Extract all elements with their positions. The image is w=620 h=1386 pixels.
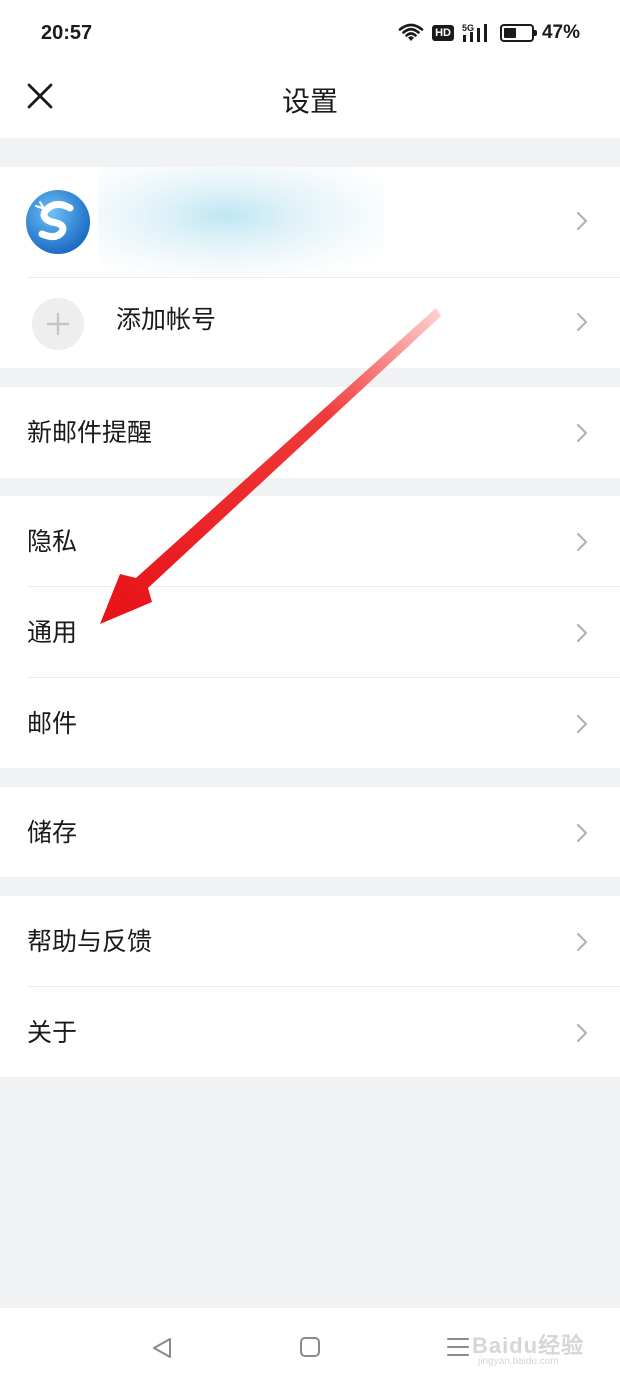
- chevron-right-icon: [576, 1023, 588, 1043]
- menu-item-label: 通用: [27, 618, 78, 647]
- menu-item-label: 邮件: [27, 709, 78, 738]
- add-account-button[interactable]: [32, 298, 84, 350]
- menu-item-privacy[interactable]: 隐私: [0, 496, 620, 587]
- menu-item-mail[interactable]: 邮件: [0, 678, 620, 769]
- plus-icon: [46, 312, 70, 336]
- chevron-right-icon: [576, 423, 588, 443]
- menu-item-label: 储存: [27, 818, 78, 847]
- 5g-signal-icon: 5G: [462, 23, 487, 42]
- wifi-icon: [398, 23, 424, 41]
- baidu-watermark-url: jingyan.baidu.com: [478, 1356, 559, 1367]
- menu-item-new-mail-alert[interactable]: 新邮件提醒: [0, 387, 620, 478]
- battery-percent: 47%: [541, 22, 580, 43]
- menu-item-general[interactable]: 通用: [0, 587, 620, 678]
- navigation-bar: 设置: [0, 66, 620, 138]
- status-time: 20:57: [41, 21, 93, 44]
- chevron-right-icon: [576, 312, 588, 332]
- menu-item-label: 关于: [27, 1018, 78, 1047]
- battery-fill: [503, 28, 517, 38]
- recents-icon[interactable]: [446, 1336, 470, 1358]
- account-group: 添加帐号: [0, 167, 620, 368]
- support-group: 帮助与反馈 关于: [0, 896, 620, 1077]
- hd-icon: HD: [432, 25, 454, 41]
- menu-item-about[interactable]: 关于: [0, 987, 620, 1078]
- add-account-row[interactable]: 添加帐号: [0, 272, 620, 368]
- storage-group: 储存: [0, 787, 620, 877]
- chevron-right-icon: [576, 211, 588, 231]
- account-row[interactable]: [0, 167, 620, 277]
- battery-icon: [499, 24, 537, 42]
- menu-item-help-feedback[interactable]: 帮助与反馈: [0, 896, 620, 987]
- app-logo-avatar-icon: [26, 190, 90, 254]
- svg-text:5G: 5G: [462, 23, 474, 33]
- chevron-right-icon: [576, 714, 588, 734]
- notification-group: 新邮件提醒: [0, 387, 620, 478]
- chevron-right-icon: [576, 823, 588, 843]
- menu-item-label: 隐私: [27, 527, 78, 556]
- menu-item-storage[interactable]: 储存: [0, 787, 620, 878]
- chevron-right-icon: [576, 623, 588, 643]
- add-account-label: 添加帐号: [116, 305, 217, 334]
- status-bar: 20:57 HD 5G 47%: [0, 0, 620, 66]
- blurred-account-name: [98, 167, 384, 275]
- chevron-right-icon: [576, 532, 588, 552]
- menu-item-label: 帮助与反馈: [27, 927, 153, 956]
- home-icon[interactable]: [299, 1336, 321, 1358]
- menu-item-label: 新邮件提醒: [27, 418, 153, 447]
- back-icon[interactable]: [150, 1336, 174, 1360]
- chevron-right-icon: [576, 932, 588, 952]
- page-title: 设置: [281, 85, 338, 118]
- status-icons: HD 5G 47%: [398, 22, 580, 44]
- preferences-group: 隐私 通用 邮件: [0, 496, 620, 768]
